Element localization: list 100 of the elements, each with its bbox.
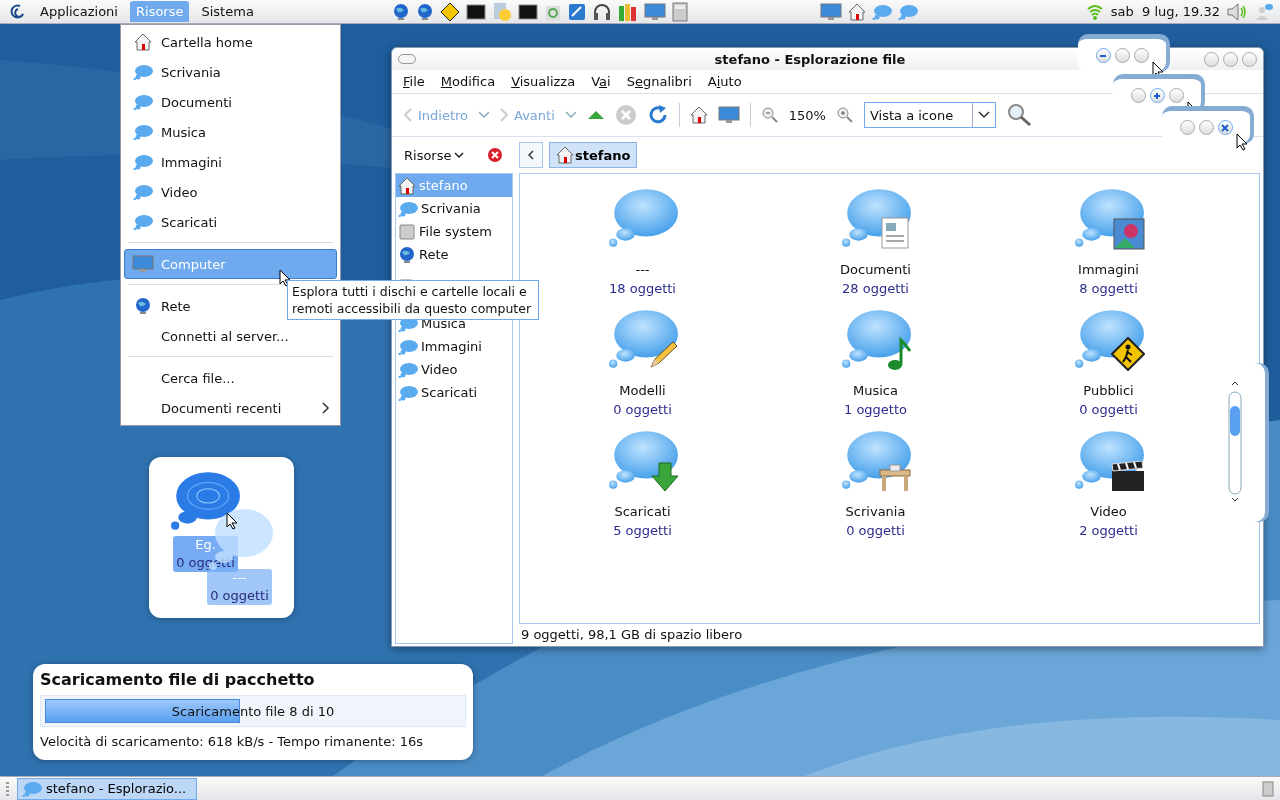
menu-item[interactable]: Visualizza <box>511 74 576 89</box>
handle-grip-icon[interactable] <box>6 781 9 796</box>
sidebar-item[interactable]: Scrivania <box>396 197 512 220</box>
folder-name[interactable]: Musica <box>853 382 898 400</box>
panel-menu[interactable]: Sistema <box>195 1 260 22</box>
menu-item[interactable]: Connetti al server... <box>124 321 296 351</box>
speech-bubble-icon <box>133 94 153 110</box>
folder-name[interactable]: Immagini <box>1078 261 1139 279</box>
menu-item[interactable]: Modifica <box>440 74 496 89</box>
computer-icon <box>132 255 154 273</box>
folder-name[interactable]: --- <box>635 261 650 279</box>
folder-name[interactable]: Documenti <box>840 261 911 279</box>
desk-emblem-icon <box>877 464 912 492</box>
menu-item[interactable]: Rete <box>124 291 198 321</box>
up-arrow-icon[interactable] <box>586 109 605 121</box>
sidebar-item[interactable]: Immagini <box>396 335 512 358</box>
menu-item[interactable]: Musica <box>124 117 213 147</box>
folder-name[interactable]: Scaricati <box>614 503 671 521</box>
item-count: 0 oggetti <box>210 587 269 605</box>
warning-sign-icon <box>439 1 460 22</box>
drive-icon <box>398 222 416 241</box>
view-mode-dropdown[interactable]: Vista a icone <box>863 102 996 128</box>
download-arrow-emblem-icon <box>650 462 679 492</box>
menu-item[interactable]: Scrivania <box>124 57 228 87</box>
disc-icon <box>491 1 512 22</box>
menu-item[interactable]: Vai <box>591 74 611 89</box>
house-icon <box>398 176 416 195</box>
sidebar-item[interactable]: Rete <box>396 243 512 266</box>
chevron-left-icon <box>404 108 412 122</box>
menu-item[interactable]: Cerca file... <box>124 363 242 393</box>
speech-bubble-icon <box>606 186 679 248</box>
path-button[interactable]: stefano <box>549 142 638 168</box>
speech-bubble-icon <box>398 338 418 355</box>
progress-text: Scaricamento file 8 di 10 <box>170 703 336 719</box>
chevron-down-icon[interactable] <box>564 111 577 119</box>
user-icon[interactable] <box>1254 1 1274 22</box>
chevron-right-icon <box>500 108 509 122</box>
window-title: stefano - Esplorazione file <box>714 51 906 67</box>
search-icon[interactable] <box>1005 103 1032 127</box>
ripple-bubble-icon <box>169 469 241 531</box>
close-button[interactable] <box>1217 120 1233 135</box>
menu-item[interactable]: Segnalibri <box>626 74 692 89</box>
item-count: 0 oggetti <box>846 522 905 540</box>
item-count: 18 oggetti <box>609 280 676 298</box>
menu-item[interactable]: Documenti recenti <box>124 393 337 423</box>
item-count: 0 oggetti <box>176 554 235 572</box>
computer-icon <box>717 106 740 124</box>
speaker-icon[interactable] <box>1226 2 1248 21</box>
trash-icon <box>1262 780 1274 797</box>
house-icon <box>134 33 152 51</box>
item-count: 8 oggetti <box>1079 280 1138 298</box>
speech-bubble-icon <box>398 361 418 378</box>
globe-icon <box>398 245 416 264</box>
pedestrian-sign-emblem-icon <box>1110 337 1145 371</box>
chevron-down-icon[interactable] <box>478 111 491 119</box>
house-icon <box>689 106 708 124</box>
zoom-in-icon[interactable] <box>835 106 854 124</box>
path-back-button[interactable] <box>519 142 543 168</box>
speech-bubble-icon <box>22 780 42 797</box>
folder-name[interactable]: Video <box>1090 503 1127 521</box>
menu-item[interactable]: Scaricati <box>124 207 225 237</box>
folder-name[interactable]: Modelli <box>619 382 666 400</box>
zoom-out-icon[interactable] <box>760 106 779 124</box>
menu-item[interactable]: File <box>403 74 425 89</box>
globe-icon <box>415 2 434 21</box>
side-pane-selector[interactable]: Risorse <box>404 147 464 163</box>
maximize-button[interactable] <box>1149 88 1165 103</box>
close-icon <box>1220 122 1230 133</box>
speech-bubble-icon <box>133 64 153 80</box>
house-icon <box>556 146 574 164</box>
mouse-cursor-icon <box>279 269 291 287</box>
pen-icon <box>567 2 586 21</box>
close-icon[interactable] <box>487 147 503 163</box>
stop-icon[interactable] <box>614 104 637 126</box>
speech-bubble-icon <box>398 200 418 217</box>
sidebar-item[interactable]: Scaricati <box>396 381 512 404</box>
item-count: 1 oggetto <box>844 401 907 419</box>
speech-bubble-icon <box>839 428 912 490</box>
taskbar-button[interactable]: stefano - Esplorazio... <box>17 777 197 800</box>
menu-item[interactable]: Video <box>124 177 205 207</box>
folder-name: Eg. <box>195 536 216 554</box>
panel-menu[interactable]: Applicazioni <box>34 1 124 22</box>
menu-item[interactable]: Cartella home <box>124 27 260 57</box>
menu-item[interactable]: Documenti <box>124 87 239 117</box>
speech-bubble-icon <box>871 3 892 20</box>
folder-name[interactable]: Scrivania <box>845 503 906 521</box>
folder-name[interactable]: Pubblici <box>1083 382 1134 400</box>
globe-icon <box>134 297 152 315</box>
sidebar-item[interactable]: Video <box>396 358 512 381</box>
folder-name: --- <box>232 570 247 587</box>
notification-text: Velocità di scaricamento: 618 kB/s - Tempo rimanente: 16s <box>40 733 425 751</box>
menu-item[interactable]: Immagini <box>124 147 229 177</box>
window-menu-button[interactable] <box>398 54 416 64</box>
terminal-icon <box>517 2 538 21</box>
chevron-down-icon <box>977 111 990 119</box>
sidebar-item[interactable]: File system <box>396 220 512 243</box>
minimize-button[interactable] <box>1095 48 1111 63</box>
clock[interactable]: sab 9 lug, 19.32 <box>1110 4 1220 19</box>
menu-item[interactable]: Aiuto <box>707 74 742 89</box>
document-emblem-icon <box>879 216 912 250</box>
